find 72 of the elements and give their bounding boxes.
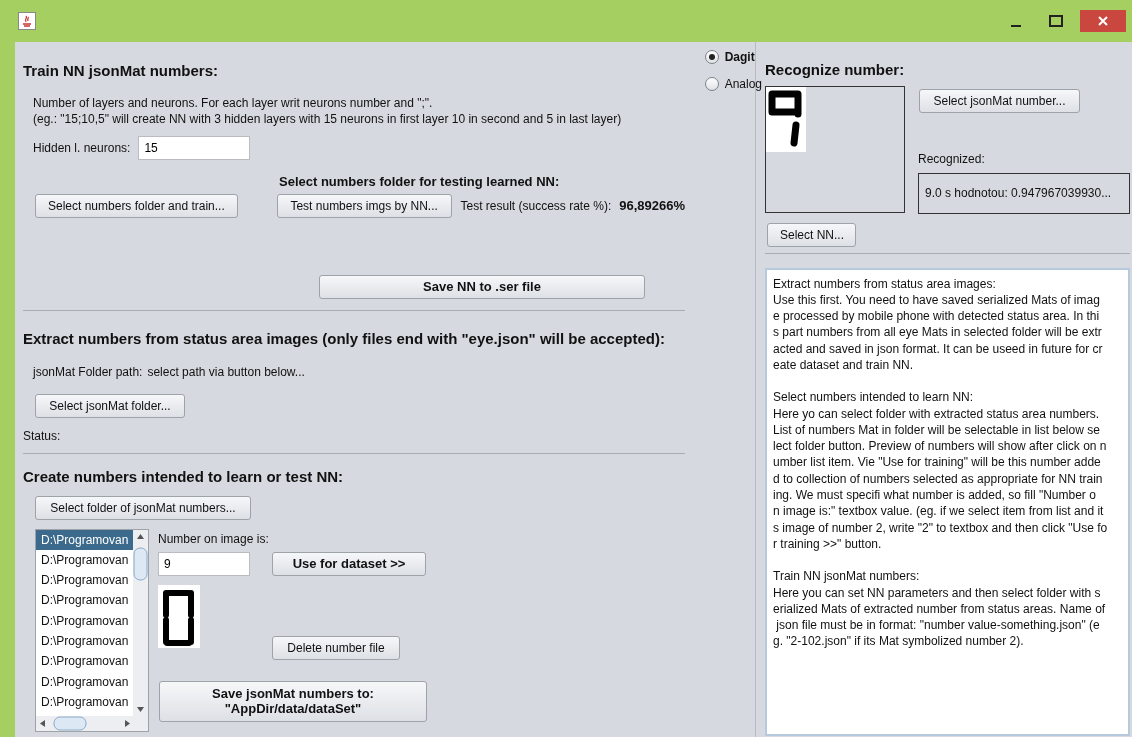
- status-label: Status:: [23, 427, 62, 445]
- field-label: Hidden l. neurons:: [33, 139, 131, 157]
- result-value: 96,89266%: [619, 197, 685, 216]
- select-nn-button[interactable]: Select NN...: [767, 222, 856, 247]
- help-text-line: lect folder button. Preview of numbers will show after click on n: [773, 438, 1108, 455]
- description-text: Number of layers and neurons. For each layer writ neurons number and ";".: [33, 94, 434, 111]
- java-icon: [18, 12, 36, 30]
- section-title: Recognize number:: [765, 60, 906, 80]
- folder-button[interactable]: Select jsonMat folder...: [35, 393, 185, 418]
- help-text-line: n image is:" textbox value. (eg. if we select item from list and it: [773, 503, 1105, 520]
- help-text-line: Train NN jsonMat numbers:: [773, 568, 921, 585]
- help-text-line: g. "2-102.json" if its Mat symbolized number 2).: [773, 633, 1025, 650]
- help-text-line: erialized Mats of extracted number from status areas. Name of: [773, 600, 1107, 618]
- field-label: jsonMat Folder path:: [33, 363, 143, 381]
- help-text-line: List of numbers Mat in folder will be selectable in list below se: [773, 421, 1101, 439]
- train-button[interactable]: Select numbers folder and train...: [35, 194, 238, 218]
- file-list-item[interactable]: D:\Programovan: [36, 529, 133, 550]
- file-list-item[interactable]: D:\Programovan: [36, 610, 133, 631]
- folder-button[interactable]: Select folder of jsonMat numbers...: [35, 495, 251, 520]
- file-list-item[interactable]: D:\Programovan: [36, 549, 133, 571]
- digit-drawing: [766, 86, 806, 152]
- section-title: Extract numbers from status area images (only files end with "eye.json" will be accepted):: [23, 329, 666, 349]
- help-text-line: Here yo can select folder with extracted status area numbers.: [773, 405, 1101, 422]
- input-field[interactable]: 15: [138, 135, 251, 160]
- help-text-line: r training >>" button.: [773, 535, 883, 553]
- vertical-scrollbar[interactable]: [133, 529, 148, 716]
- select-number-button[interactable]: Select jsonMat number...: [919, 88, 1080, 113]
- save-button[interactable]: Save NN to .ser file: [319, 275, 645, 299]
- help-text-line: s image of number 2, write "2" to textbox and then click "Use fo: [773, 519, 1109, 536]
- recognized-label: Recognized:: [918, 150, 986, 168]
- help-text-line: s part numbers from all eye Mats in selected folder will be extr: [773, 324, 1103, 341]
- close-button[interactable]: [1080, 10, 1126, 32]
- help-text-line: umber list item. Vie "Use for training" will be this number adde: [773, 454, 1102, 471]
- input-field[interactable]: 9: [158, 551, 250, 576]
- section-title: Create numbers intended to learn or test NN:: [23, 467, 345, 487]
- help-text-line: Use this first. You need to have saved serialized Mats of imag: [773, 291, 1101, 309]
- save-button[interactable]: Save jsonMat numbers to: "AppDir/data/dataSet": [159, 680, 427, 722]
- result-label: Test result (success rate %):: [460, 198, 612, 215]
- help-text-line: Here you can set NN parameters and then select folder with s: [773, 584, 1102, 601]
- description-text: (eg.: "15;10,5" will create NN with 3 hidden layers with 15 neurons in first layer 10 in second and 5 in last layer): [33, 110, 623, 127]
- help-text-line: ing. We must specifi what number is added, so fill "Number o: [773, 487, 1097, 504]
- help-text-line: acted and saved in json format. It can be useed in future for cr: [773, 340, 1104, 357]
- close-icon: [1097, 15, 1109, 27]
- radio-button[interactable]: [704, 77, 719, 91]
- file-list-item[interactable]: D:\Programovan: [36, 590, 133, 611]
- section-title: Train NN jsonMat numbers:: [23, 61, 220, 81]
- horizontal-scrollbar[interactable]: [36, 715, 148, 731]
- field-label: Number on image is:: [158, 530, 270, 548]
- test-button[interactable]: Test numbers imgs by NN...: [276, 194, 452, 218]
- radio-label: Analog: [724, 76, 762, 93]
- help-text-area[interactable]: [765, 267, 1130, 736]
- help-text-line: e processed by mobile phone with detected status area. In thi: [773, 308, 1101, 325]
- recognized-value: 9.0 s hodnotou: 0.947967039930...: [918, 172, 1130, 214]
- file-list-item[interactable]: D:\Programovan: [36, 651, 133, 672]
- maximize-icon: [1049, 15, 1063, 27]
- file-list-item[interactable]: D:\Programovan: [36, 631, 133, 652]
- radio-button[interactable]: [704, 50, 719, 64]
- section-subtitle: Select numbers folder for testing learned NN:: [279, 172, 561, 191]
- file-list-item[interactable]: D:\Programovan: [36, 671, 133, 692]
- radio-label: Dagit: [724, 49, 755, 66]
- minimize-icon: [1011, 24, 1021, 27]
- path-text: select path via button below...: [147, 363, 305, 381]
- help-text-line: json file must be in format: "number value-something.json" (e: [775, 617, 1101, 634]
- file-list-item[interactable]: D:\Programovan: [36, 570, 133, 591]
- digit-drawing: [158, 584, 200, 648]
- help-text-line: Select numbers intended to learn NN:: [773, 389, 975, 406]
- help-text-line: eate dataset and train NN.: [773, 357, 915, 374]
- file-list-item[interactable]: D:\Programovan: [36, 691, 133, 713]
- help-text-line: Extract numbers from status area images:: [773, 275, 997, 292]
- help-text-line: d to collection of numbers selected as appropriate for NN train: [773, 470, 1104, 488]
- delete-button[interactable]: Delete number file: [272, 635, 400, 660]
- use-button[interactable]: Use for dataset >>: [272, 551, 426, 576]
